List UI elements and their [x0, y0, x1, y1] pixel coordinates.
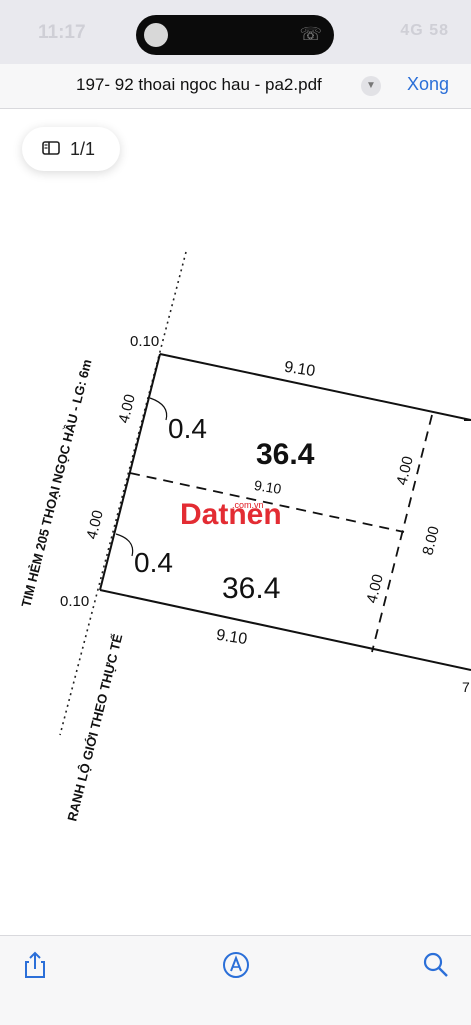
boundary-label: RANH LỘ GIỚI THEO THỰC TẾ	[64, 632, 125, 823]
right-lower-depth-label: 4.00	[363, 573, 387, 605]
call-avatar-icon	[144, 23, 168, 47]
lower-area: 36.4	[222, 572, 280, 605]
page-indicator[interactable]: 1/1	[22, 127, 120, 171]
share-icon[interactable]	[20, 950, 50, 980]
nav-bar: 197- 92 thoai ngoc hau - pa2.pdf ▼ Xong	[0, 64, 471, 109]
right-boundary-dashed	[371, 414, 433, 653]
land-plot-drawing: 0.10 0.10 9.10 9.10 9.10 4.00 4.00 4.00 …	[18, 251, 471, 823]
pdf-page[interactable]: 0.10 0.10 9.10 9.10 9.10 4.00 4.00 4.00 …	[0, 109, 471, 935]
street-center-line	[59, 251, 187, 736]
status-time: 11:17	[38, 22, 86, 43]
right-upper-depth-label: 4.00	[393, 455, 417, 487]
middle-width-label: 9.10	[253, 477, 283, 497]
upper-corner-arc	[149, 397, 168, 421]
left-upper-depth-label: 4.00	[115, 393, 139, 425]
document-title[interactable]: 197- 92 thoai ngoc hau - pa2.pdf	[76, 75, 322, 95]
upper-area: 36.4	[256, 438, 315, 471]
sidebar-icon	[42, 141, 60, 155]
chevron-down-icon[interactable]: ▼	[361, 76, 381, 96]
total-depth-label: 8.00	[419, 525, 443, 557]
top-width-label: 9.10	[283, 359, 317, 381]
status-indicators: 4G 58	[400, 22, 449, 39]
search-icon[interactable]	[421, 950, 451, 980]
edge-mark: 7	[462, 679, 470, 695]
markup-icon[interactable]	[221, 950, 251, 980]
done-button[interactable]: Xong	[407, 74, 449, 95]
upper-corner-area: 0.4	[168, 413, 207, 444]
bottom-toolbar	[0, 935, 471, 1025]
watermark-domain: .com.vn	[232, 500, 264, 510]
bottom-width-label: 9.10	[215, 627, 249, 649]
left-lower-depth-label: 4.00	[83, 509, 107, 541]
page-indicator-text: 1/1	[70, 139, 96, 159]
dynamic-island: ☏	[136, 15, 334, 55]
bottom-left-offset-label: 0.10	[60, 593, 89, 610]
status-bar: 11:17 ☏ 4G 58	[0, 0, 471, 64]
plot-bottom-edge	[99, 589, 471, 671]
lower-corner-arc	[115, 533, 134, 557]
street-label: TIM HẺM 205 THOẠI NGỌC HẦU - LG: 6m	[18, 358, 94, 609]
top-left-offset-label: 0.10	[130, 333, 159, 350]
phone-icon: ☏	[299, 24, 322, 44]
lower-corner-area: 0.4	[134, 547, 173, 578]
watermark-logo: Datnen	[180, 498, 282, 531]
